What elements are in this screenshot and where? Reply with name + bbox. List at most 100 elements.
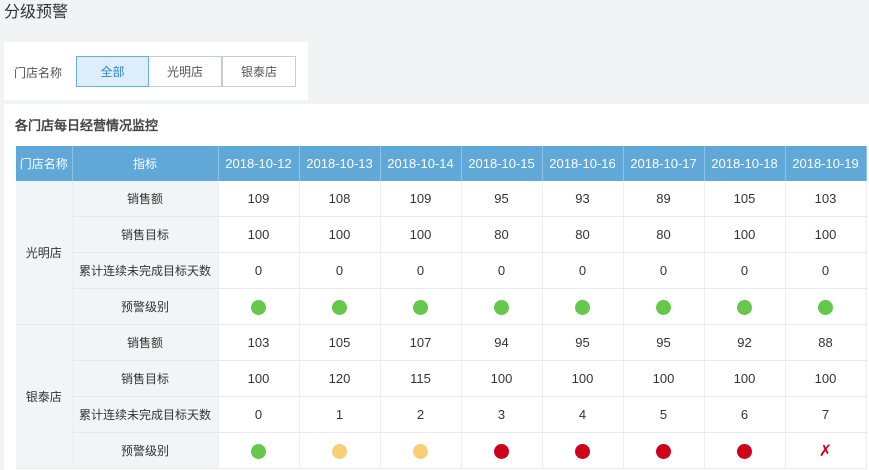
warning-cell bbox=[542, 432, 624, 469]
metric-name-cell: 销售目标 bbox=[72, 216, 219, 253]
value-cell: 0 bbox=[218, 396, 300, 433]
value-cell: 0 bbox=[218, 252, 300, 289]
value-cell: 0 bbox=[299, 252, 381, 289]
value-cell: 0 bbox=[461, 252, 543, 289]
value-cell: 88 bbox=[785, 324, 867, 361]
metric-name-cell: 预警级别 bbox=[72, 432, 219, 469]
warning-cell bbox=[704, 432, 786, 469]
warning-cell bbox=[704, 288, 786, 325]
value-cell: 0 bbox=[785, 252, 867, 289]
value-cell: 108 bbox=[299, 181, 381, 217]
table-row: 预警级别 ✗ bbox=[16, 432, 867, 469]
status-dot-green-icon bbox=[413, 299, 428, 315]
value-cell: 92 bbox=[704, 324, 786, 361]
value-cell: 103 bbox=[218, 324, 300, 361]
value-cell: 6 bbox=[704, 396, 786, 433]
header-date: 2018-10-14 bbox=[380, 146, 462, 181]
header-date: 2018-10-18 bbox=[704, 146, 786, 181]
store-name-cell: 银泰店 bbox=[16, 324, 73, 469]
status-dot-green-icon bbox=[494, 299, 509, 315]
value-cell: 105 bbox=[299, 324, 381, 361]
table-row: 累计连续未完成目标天数 0 0 0 0 0 0 0 0 bbox=[16, 252, 867, 289]
value-cell: 115 bbox=[380, 360, 462, 397]
value-cell: 100 bbox=[461, 360, 543, 397]
value-cell: 100 bbox=[299, 216, 381, 253]
value-cell: 100 bbox=[380, 216, 462, 253]
warning-cell bbox=[218, 432, 300, 469]
store-filter-card: 门店名称 全部 光明店 银泰店 bbox=[4, 42, 308, 100]
store-name-cell: 光明店 bbox=[16, 181, 73, 325]
status-dot-green-icon bbox=[656, 299, 671, 315]
warning-cell: ✗ bbox=[785, 432, 867, 469]
metric-name-cell: 累计连续未完成目标天数 bbox=[72, 252, 219, 289]
metric-name-cell: 销售额 bbox=[72, 324, 219, 361]
status-dot-yellow-icon bbox=[332, 443, 347, 459]
value-cell: 0 bbox=[704, 252, 786, 289]
cross-mark-icon: ✗ bbox=[818, 442, 833, 460]
value-cell: 80 bbox=[542, 216, 624, 253]
value-cell: 93 bbox=[542, 181, 624, 217]
value-cell: 4 bbox=[542, 396, 624, 433]
warning-cell bbox=[623, 432, 705, 469]
value-cell: 100 bbox=[785, 360, 867, 397]
table-row: 光明店 销售额 109 108 109 95 93 89 105 103 bbox=[16, 181, 867, 325]
status-dot-green-icon bbox=[251, 443, 266, 459]
metric-name-cell: 累计连续未完成目标天数 bbox=[72, 396, 219, 433]
value-cell: 109 bbox=[218, 181, 300, 217]
metric-name-cell: 销售额 bbox=[72, 181, 219, 217]
value-cell: 80 bbox=[461, 216, 543, 253]
value-cell: 80 bbox=[623, 216, 705, 253]
table-row: 销售目标 100 100 100 80 80 80 100 100 bbox=[16, 216, 867, 253]
value-cell: 3 bbox=[461, 396, 543, 433]
metric-name-cell: 销售目标 bbox=[72, 360, 219, 397]
value-cell: 107 bbox=[380, 324, 462, 361]
header-date: 2018-10-16 bbox=[542, 146, 624, 181]
value-cell: 109 bbox=[380, 181, 462, 217]
status-dot-green-icon bbox=[332, 299, 347, 315]
value-cell: 120 bbox=[299, 360, 381, 397]
table-row: 销售目标 100 120 115 100 100 100 100 100 bbox=[16, 360, 867, 397]
value-cell: 5 bbox=[623, 396, 705, 433]
warning-cell bbox=[380, 432, 462, 469]
warning-cell bbox=[380, 288, 462, 325]
value-cell: 7 bbox=[785, 396, 867, 433]
value-cell: 103 bbox=[785, 181, 867, 217]
value-cell: 0 bbox=[542, 252, 624, 289]
status-dot-red-icon bbox=[494, 443, 509, 459]
value-cell: 0 bbox=[380, 252, 462, 289]
value-cell: 100 bbox=[704, 360, 786, 397]
table-row: 累计连续未完成目标天数 0 1 2 3 4 5 6 7 bbox=[16, 396, 867, 433]
value-cell: 94 bbox=[461, 324, 543, 361]
status-dot-green-icon bbox=[818, 299, 833, 315]
status-dot-red-icon bbox=[737, 443, 752, 459]
value-cell: 95 bbox=[623, 324, 705, 361]
filter-option-all[interactable]: 全部 bbox=[76, 56, 149, 87]
warning-cell bbox=[785, 288, 867, 325]
warning-cell bbox=[461, 432, 543, 469]
value-cell: 95 bbox=[542, 324, 624, 361]
panel-title: 各门店每日经营情况监控 bbox=[15, 118, 159, 133]
store-filter-label: 门店名称 bbox=[14, 66, 63, 80]
value-cell: 2 bbox=[380, 396, 462, 433]
status-dot-yellow-icon bbox=[413, 443, 428, 459]
warning-cell bbox=[623, 288, 705, 325]
filter-option-yintai[interactable]: 银泰店 bbox=[222, 56, 296, 87]
table-header-row: 门店名称 指标 2018-10-12 2018-10-13 2018-10-14 20… bbox=[16, 146, 867, 181]
value-cell: 0 bbox=[623, 252, 705, 289]
header-date: 2018-10-19 bbox=[785, 146, 867, 181]
value-cell: 105 bbox=[704, 181, 786, 217]
value-cell: 100 bbox=[218, 360, 300, 397]
warning-cell bbox=[461, 288, 543, 325]
monitor-table: 门店名称 指标 2018-10-12 2018-10-13 2018-10-14 20… bbox=[16, 146, 867, 469]
filter-option-guangming[interactable]: 光明店 bbox=[149, 56, 222, 87]
status-dot-green-icon bbox=[251, 299, 266, 315]
value-cell: 95 bbox=[461, 181, 543, 217]
status-dot-green-icon bbox=[737, 299, 752, 315]
page-title: 分级预警 bbox=[4, 4, 69, 21]
table-row: 银泰店 销售额 103 105 107 94 95 95 92 88 bbox=[16, 324, 867, 469]
value-cell: 100 bbox=[704, 216, 786, 253]
warning-cell bbox=[218, 288, 300, 325]
value-cell: 100 bbox=[623, 360, 705, 397]
header-metric: 指标 bbox=[72, 146, 219, 181]
warning-cell bbox=[542, 288, 624, 325]
